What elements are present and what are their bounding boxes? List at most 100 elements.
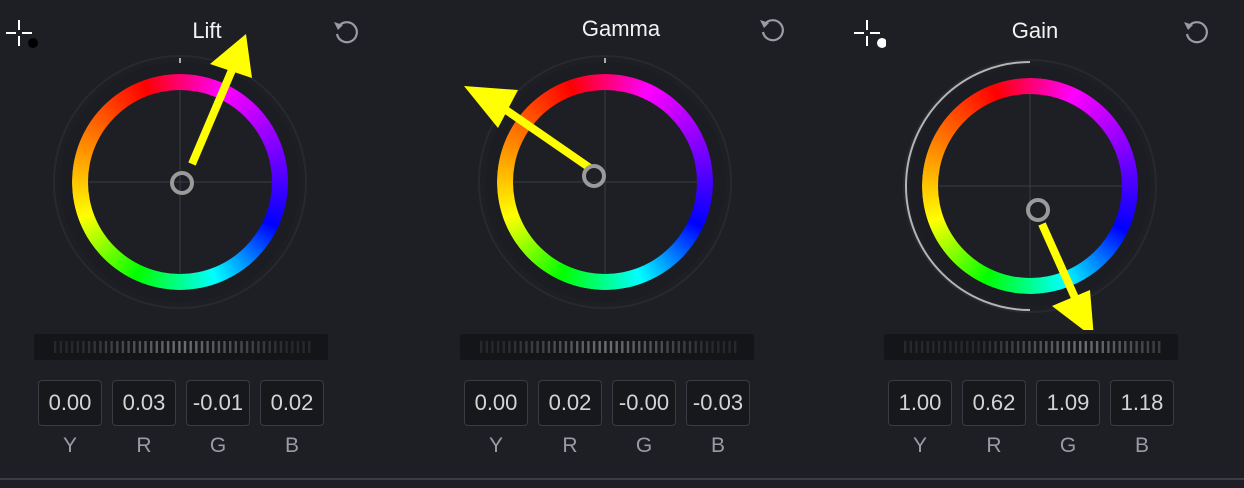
- slider-tick: [1090, 341, 1093, 353]
- slider-tick: [1022, 341, 1025, 353]
- gamma-r-label: R: [562, 434, 578, 457]
- slider-tick: [581, 341, 584, 353]
- slider-tick: [82, 341, 85, 353]
- slider-tick: [502, 341, 505, 353]
- lift-panel: Lift 0.00 0.03 -0.01 0.02 Y R G B: [0, 0, 414, 480]
- slider-tick: [536, 341, 539, 353]
- slider-tick: [1056, 341, 1059, 353]
- slider-tick: [564, 341, 568, 353]
- lift-r-value[interactable]: 0.03: [112, 380, 176, 426]
- slider-tick: [87, 341, 91, 353]
- slider-tick: [666, 341, 669, 353]
- slider-tick: [1005, 341, 1008, 353]
- slider-tick: [904, 341, 907, 353]
- slider-tick: [621, 341, 624, 353]
- gain-b-label: B: [1134, 434, 1149, 457]
- lift-b-value[interactable]: 0.02: [260, 380, 324, 426]
- slider-tick: [598, 341, 601, 353]
- slider-tick: [1158, 341, 1161, 353]
- lift-g-value[interactable]: -0.01: [186, 380, 250, 426]
- slider-tick: [683, 341, 686, 353]
- slider-tick: [161, 341, 164, 353]
- slider-tick: [133, 341, 136, 353]
- slider-tick: [909, 341, 912, 353]
- gain-y-value[interactable]: 1.00: [888, 380, 952, 426]
- slider-tick: [1118, 341, 1121, 353]
- slider-tick: [480, 341, 483, 353]
- slider-tick: [932, 341, 935, 353]
- gamma-y-value[interactable]: 0.00: [464, 380, 528, 426]
- slider-tick: [138, 341, 142, 353]
- slider-tick: [1079, 341, 1082, 353]
- slider-tick: [920, 341, 924, 353]
- gain-values: 1.00 0.62 1.09 1.18 Y R G B: [888, 380, 1182, 460]
- gamma-b-label: B: [710, 434, 725, 457]
- slider-tick: [127, 341, 130, 353]
- slider-tick: [966, 341, 969, 353]
- slider-tick: [949, 341, 952, 353]
- slider-tick: [1095, 341, 1099, 353]
- slider-tick: [632, 341, 635, 353]
- slider-tick: [542, 341, 545, 353]
- gamma-g-value[interactable]: -0.00: [612, 380, 676, 426]
- slider-tick: [615, 341, 618, 353]
- bottom-divider: [0, 478, 1244, 480]
- gamma-g-label: G: [635, 434, 653, 457]
- slider-tick: [519, 341, 522, 353]
- slider-tick: [121, 341, 125, 353]
- slider-tick: [525, 341, 528, 353]
- lift-y-value[interactable]: 0.00: [38, 380, 102, 426]
- gain-panel: Gain 1.00 0.62 1.09 1.18 Y R G B: [828, 0, 1242, 480]
- gain-master-slider[interactable]: [884, 334, 1178, 360]
- slider-tick: [240, 341, 243, 353]
- lift-r-label: R: [136, 434, 152, 457]
- slider-tick: [110, 341, 113, 353]
- gain-b-value[interactable]: 1.18: [1110, 380, 1174, 426]
- slider-tick: [513, 341, 517, 353]
- gain-r-label: R: [986, 434, 1002, 457]
- slider-tick: [559, 341, 562, 353]
- slider-tick: [937, 341, 941, 353]
- slider-tick: [116, 341, 119, 353]
- slider-tick: [717, 341, 720, 353]
- slider-tick: [1129, 341, 1133, 353]
- slider-tick: [576, 341, 579, 353]
- gamma-master-slider[interactable]: [460, 334, 754, 360]
- slider-tick: [604, 341, 607, 353]
- slider-tick: [155, 341, 158, 353]
- gain-color-wheel[interactable]: [828, 0, 1242, 330]
- gamma-panel: Gamma 0.00 0.02 -0.00 -0.03 Y R G B: [414, 0, 828, 480]
- slider-tick: [915, 341, 918, 353]
- slider-tick: [1073, 341, 1076, 353]
- slider-tick: [660, 341, 663, 353]
- lift-color-wheel[interactable]: [0, 0, 414, 330]
- slider-tick: [234, 341, 237, 353]
- gain-r-value[interactable]: 0.62: [962, 380, 1026, 426]
- slider-tick: [150, 341, 153, 353]
- slider-tick: [1039, 341, 1042, 353]
- slider-tick: [1028, 341, 1031, 353]
- slider-tick: [308, 341, 311, 353]
- slider-tick: [144, 341, 147, 353]
- gamma-color-wheel[interactable]: [414, 0, 828, 330]
- gain-g-label: G: [1059, 434, 1077, 457]
- slider-tick: [1000, 341, 1003, 353]
- slider-tick: [530, 341, 534, 353]
- slider-tick: [711, 341, 714, 353]
- slider-tick: [700, 341, 703, 353]
- slider-tick: [734, 341, 737, 353]
- slider-tick: [217, 341, 221, 353]
- slider-tick: [1112, 341, 1116, 353]
- gamma-r-value[interactable]: 0.02: [538, 380, 602, 426]
- gamma-b-value[interactable]: -0.03: [686, 380, 750, 426]
- slider-tick: [229, 341, 232, 353]
- slider-tick: [178, 341, 181, 353]
- slider-tick: [643, 341, 647, 353]
- slider-tick: [988, 341, 992, 353]
- slider-tick: [200, 341, 204, 353]
- slider-tick: [547, 341, 551, 353]
- slider-tick: [1135, 341, 1138, 353]
- lift-master-slider[interactable]: [34, 334, 328, 360]
- gain-g-value[interactable]: 1.09: [1036, 380, 1100, 426]
- slider-tick: [655, 341, 658, 353]
